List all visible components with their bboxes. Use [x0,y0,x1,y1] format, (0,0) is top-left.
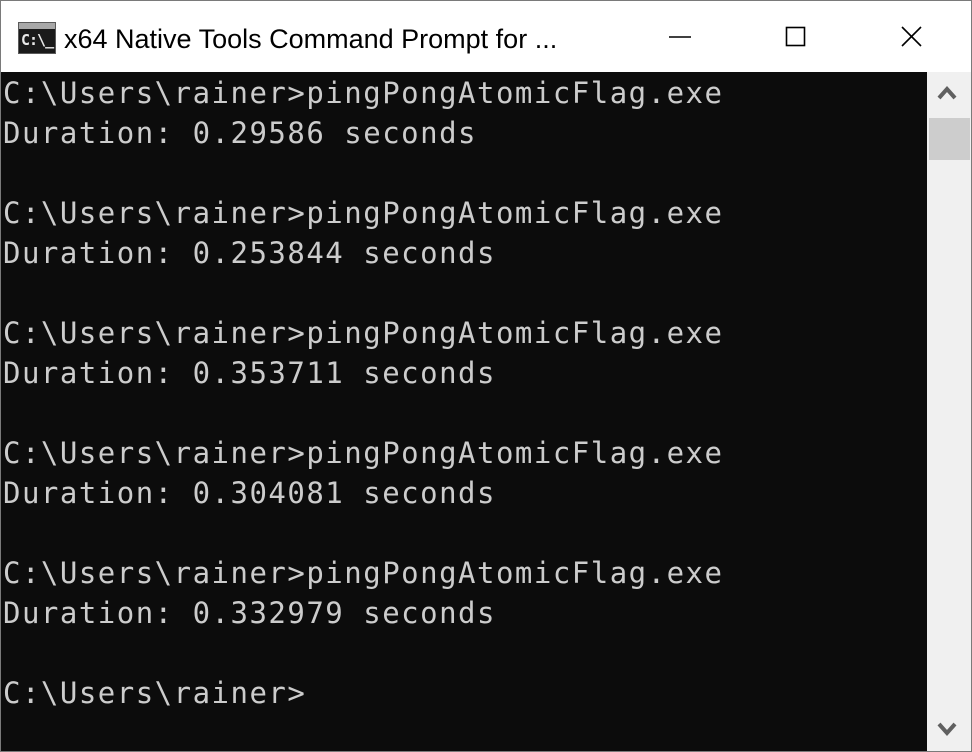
close-icon [901,26,922,47]
command-prompt-line: C:\Users\rainer>pingPongAtomicFlag.exe [3,556,724,590]
duration-output-line: Duration: 0.332979 seconds [3,596,496,630]
command-prompt-line: C:\Users\rainer>pingPongAtomicFlag.exe [3,196,724,230]
duration-output-line: Duration: 0.253844 seconds [3,236,496,270]
command-prompt-line: C:\Users\rainer> [3,676,307,710]
cmd-icon-glyph: C:\_ [21,31,54,49]
maximize-icon [785,26,806,47]
scroll-up-button[interactable] [927,72,971,112]
maximize-button[interactable] [738,1,854,72]
close-button[interactable] [854,1,970,72]
duration-output-line: Duration: 0.304081 seconds [3,476,496,510]
command-prompt-line: C:\Users\rainer>pingPongAtomicFlag.exe [3,76,724,110]
title-bar[interactable]: C:\_ x64 Native Tools Command Prompt for… [1,1,971,72]
vertical-scrollbar[interactable] [927,72,971,751]
duration-output-line: Duration: 0.29586 seconds [3,116,477,150]
minimize-button[interactable] [622,1,738,72]
scroll-thumb[interactable] [929,118,970,160]
cmd-icon[interactable]: C:\_ [18,22,56,54]
command-prompt-line: C:\Users\rainer>pingPongAtomicFlag.exe [3,436,724,470]
command-prompt-line: C:\Users\rainer>pingPongAtomicFlag.exe [3,316,724,350]
chevron-down-icon [937,722,957,737]
console-window: C:\_ x64 Native Tools Command Prompt for… [0,0,972,752]
duration-output-line: Duration: 0.353711 seconds [3,356,496,390]
cmd-icon-bar [19,23,55,29]
window-title: x64 Native Tools Command Prompt for ... [64,24,558,54]
scroll-down-button[interactable] [927,711,971,751]
minimize-icon [669,36,691,38]
chevron-up-icon [937,85,957,100]
console-output[interactable]: C:\Users\rainer>pingPongAtomicFlag.exe Du… [1,72,927,751]
